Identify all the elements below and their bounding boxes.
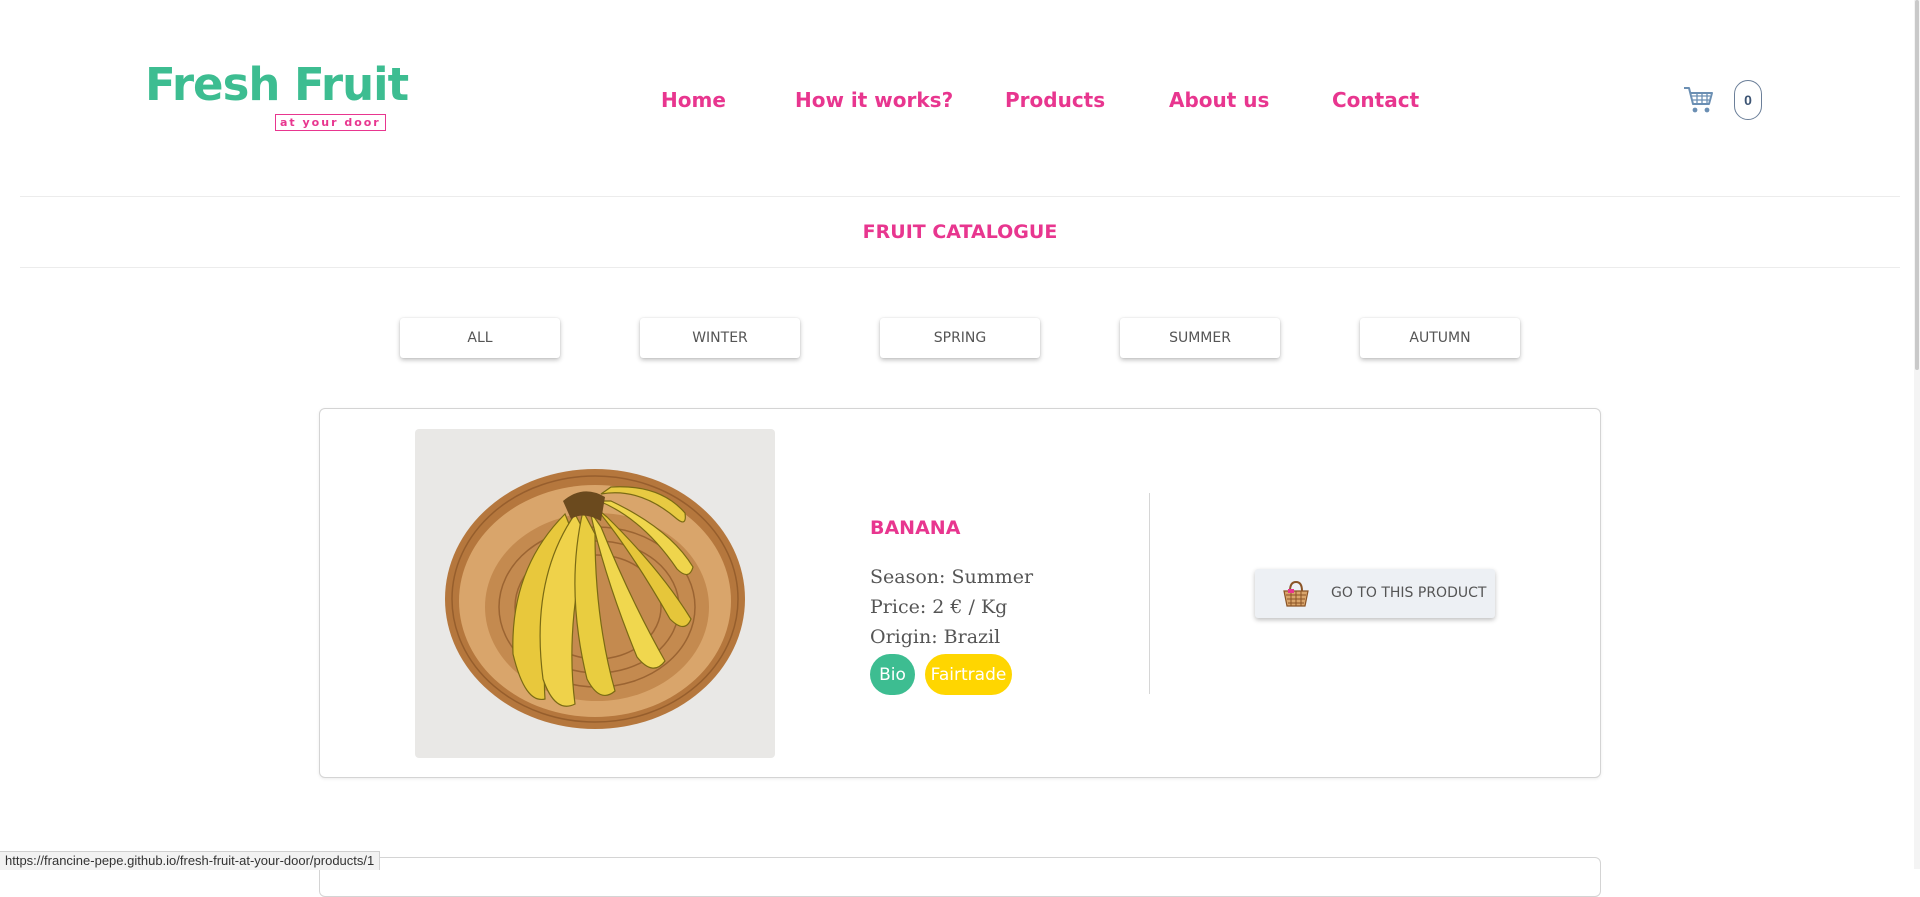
filter-autumn-button[interactable]: AUTUMN	[1360, 318, 1520, 358]
nav-products[interactable]: Products	[1005, 88, 1105, 112]
filter-summer-button[interactable]: SUMMER	[1120, 318, 1280, 358]
filter-spring-button[interactable]: SPRING	[880, 318, 1040, 358]
logo-title: Fresh Fruit	[145, 58, 409, 111]
page-title: FRUIT CATALOGUE	[862, 221, 1058, 243]
basket-icon	[1281, 579, 1311, 614]
logo-subtitle: at your door	[275, 114, 386, 132]
shopping-cart-icon[interactable]	[1683, 85, 1715, 115]
next-product-card	[319, 857, 1601, 897]
nav-how-it-works[interactable]: How it works?	[795, 88, 953, 112]
nav-home[interactable]: Home	[661, 88, 726, 112]
tag-bio-badge: Bio	[870, 654, 915, 695]
cart-count-badge[interactable]: 0	[1734, 80, 1762, 120]
product-price: Price: 2 € / Kg	[870, 596, 1008, 618]
divider-bottom	[20, 267, 1900, 268]
nav-about-us[interactable]: About us	[1169, 88, 1269, 112]
product-name: BANANA	[870, 517, 961, 539]
tag-fairtrade-badge: Fairtrade	[925, 654, 1012, 695]
card-divider	[1149, 493, 1150, 694]
product-season: Season: Summer	[870, 566, 1034, 588]
scrollbar-thumb[interactable]	[1915, 0, 1919, 370]
status-bar-url: https://francine-pepe.github.io/fresh-fr…	[0, 851, 381, 870]
nav-contact[interactable]: Contact	[1332, 88, 1419, 112]
divider-top	[20, 196, 1900, 197]
logo[interactable]: Fresh Fruit at your door	[145, 58, 409, 132]
product-image	[415, 429, 775, 758]
go-to-product-label: GO TO THIS PRODUCT	[1331, 585, 1487, 601]
page-scrollbar[interactable]	[1914, 0, 1920, 869]
filter-winter-button[interactable]: WINTER	[640, 318, 800, 358]
filter-all-button[interactable]: ALL	[400, 318, 560, 358]
product-origin: Origin: Brazil	[870, 626, 1001, 648]
go-to-product-button[interactable]: GO TO THIS PRODUCT	[1255, 569, 1495, 618]
